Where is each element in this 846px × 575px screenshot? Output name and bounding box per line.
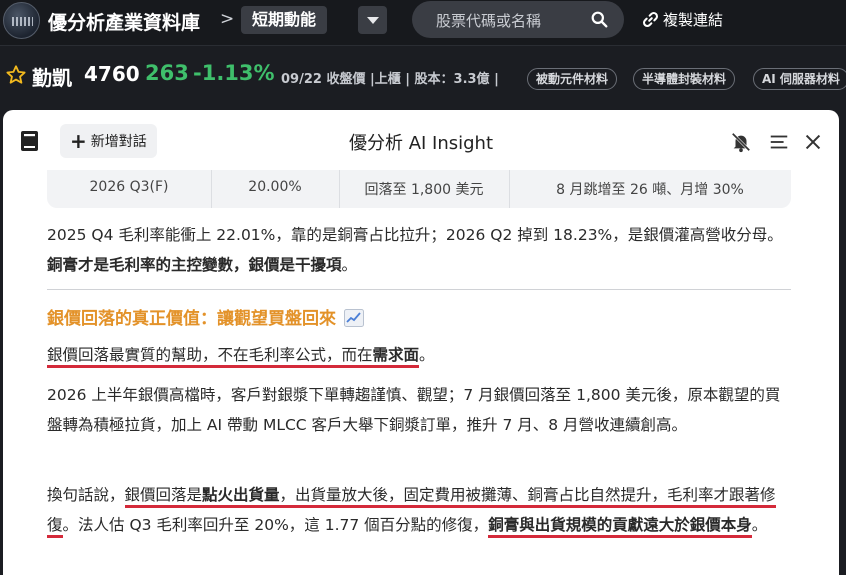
paragraph-bold: 需求面 (372, 346, 420, 364)
section-heading-text: 銀價回落的真正價值：讓觀望買盤回來 (47, 309, 336, 329)
table-cell: 8 月跳增至 26 噸、月增 30% (556, 182, 744, 198)
breadcrumb-current[interactable]: 短期動能 (241, 6, 328, 34)
divider (47, 289, 791, 290)
paragraph-text: 。 (751, 516, 768, 534)
top-bar: 優分析產業資料庫 > 短期動能 股票代碼或名稱 複製連結 (0, 0, 846, 46)
bell-off-icon[interactable] (730, 131, 752, 153)
paragraph-bold: 點火出貨量 (202, 486, 280, 504)
search-input[interactable]: 股票代碼或名稱 (436, 10, 541, 31)
app-logo[interactable] (3, 2, 40, 39)
paragraph-bold: 銅膏才是毛利率的主控變數，銀價是干擾項 (47, 256, 342, 274)
underlined-bold: 銅膏與出貨規模的貢獻遠大於銀價本身 (488, 516, 752, 538)
paragraph: 2025 Q4 毛利率能衝上 22.01%，靠的是銅膏占比拉升；2026 Q2 … (47, 220, 791, 280)
paragraph: 2026 上半年銀價高檔時，客戶對銀漿下單轉趨謹慎、觀望；7 月銀價回落至 1,… (47, 386, 781, 434)
panel-title: 優分析 AI Insight (348, 133, 494, 154)
stock-meta: 09/22 收盤價 |上櫃 | 股本：3.3億 | (281, 72, 499, 87)
stock-price: 263 (145, 61, 189, 85)
table-cell: 2026 Q3(F) (89, 179, 169, 195)
chart-up-icon (344, 309, 364, 327)
paragraph: 換句話說，銀價回落是點火出貨量，出貨量放大後，固定費用被攤薄、銅膏占比自然提升，… (47, 480, 791, 540)
copy-link-button[interactable]: 複製連結 (642, 9, 723, 30)
paragraph-text: 銀價回落是 (124, 486, 203, 504)
close-icon[interactable] (802, 131, 824, 153)
table-cell: 回落至 1,800 美元 (364, 182, 484, 198)
industry-tag[interactable]: 半導體封裝材料 (633, 68, 736, 90)
industry-tag[interactable]: AI 伺服器材料 (753, 68, 846, 90)
underlined-text: 銀價回落最實質的幫助，不在毛利率公式，而在需求面 (47, 346, 420, 368)
stock-name: 勤凱 (32, 66, 72, 90)
table-row: 2026 Q3(F) 20.00% 回落至 1,800 美元 8 月跳增至 26… (47, 170, 791, 208)
stock-code: 4760 (84, 62, 140, 86)
stock-change: -1.13% (193, 61, 275, 85)
search-icon[interactable] (591, 11, 608, 28)
industry-tag[interactable]: 被動元件材料 (527, 68, 618, 90)
paragraph: 銀價回落最實質的幫助，不在毛利率公式，而在需求面。 (47, 340, 791, 370)
stock-bar: 勤凱 4760 263 -1.13% 09/22 收盤價 |上櫃 | 股本：3.… (0, 57, 846, 97)
paragraph-text: 。 (419, 346, 435, 364)
panel-header: + 新增對話 優分析 AI Insight (3, 110, 839, 170)
breadcrumb-separator: > (220, 9, 235, 29)
ai-insight-panel: + 新增對話 優分析 AI Insight 2026 Q3(F) 20.00% 回… (3, 110, 839, 575)
search-box[interactable]: 股票代碼或名稱 (412, 1, 624, 38)
paragraph-text: 銀價回落最實質的幫助，不在毛利率公式，而在 (47, 346, 373, 364)
paragraph-text: 換句話說， (47, 486, 125, 504)
chevron-down-icon[interactable] (358, 6, 387, 34)
paragraph-text: 。法人估 Q3 毛利率回升至 20%，這 1.77 個百分點的修復， (62, 516, 489, 534)
app-title[interactable]: 優分析產業資料庫 (48, 8, 200, 35)
link-icon (643, 12, 658, 27)
paragraph-text: 。 (341, 256, 358, 274)
outline-icon[interactable] (768, 131, 790, 153)
copy-link-label: 複製連結 (663, 11, 724, 29)
section-heading: 銀價回落的真正價值：讓觀望買盤回來 (47, 304, 364, 329)
paragraph-text: 2025 Q4 毛利率能衝上 22.01%，靠的是銅膏占比拉升；2026 Q2 … (47, 226, 783, 244)
table-cell: 20.00% (248, 179, 302, 195)
star-icon[interactable] (5, 64, 27, 86)
